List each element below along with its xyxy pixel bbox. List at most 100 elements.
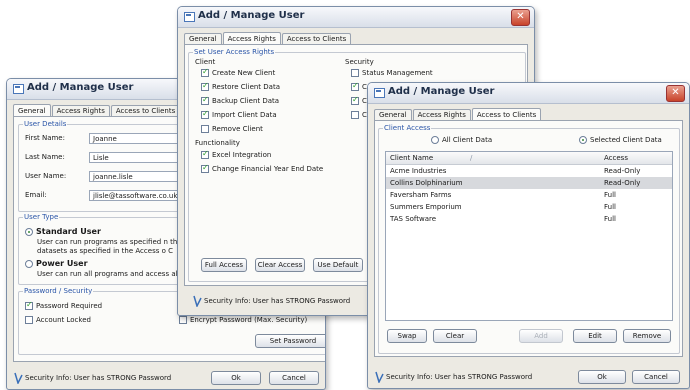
client-name-cell: TAS Software: [390, 215, 437, 223]
close-button[interactable]: ✕: [666, 85, 685, 102]
security-option-3-checkbox[interactable]: C: [351, 95, 367, 105]
remove-client-checkbox[interactable]: Remove Client: [201, 125, 263, 133]
app-window-icon: [184, 12, 195, 22]
email-label: Email:: [25, 191, 47, 199]
excel-integration-checkbox[interactable]: Excel Integration: [201, 149, 272, 159]
checkbox-unchecked[interactable]: [25, 316, 33, 324]
create-new-client-checkbox[interactable]: Create New Client: [201, 67, 275, 77]
checkbox-label: Import Client Data: [212, 111, 277, 119]
security-option-4-checkbox[interactable]: C: [351, 111, 367, 119]
access-cell: Read-Only: [604, 179, 641, 187]
app-window-icon: [374, 88, 385, 98]
checkbox-checked[interactable]: [201, 149, 209, 159]
checkbox-checked[interactable]: [201, 163, 209, 173]
account-locked-checkbox[interactable]: Account Locked: [25, 316, 91, 324]
all-client-data-radio[interactable]: All Client Data: [431, 136, 492, 144]
swap-button[interactable]: Swap: [387, 329, 427, 343]
use-default-button[interactable]: Use Default: [313, 258, 363, 272]
table-row[interactable]: Collins Dolphinarium Read-Only: [386, 177, 672, 189]
group-title: Client Access: [383, 124, 432, 132]
sort-icon: /: [470, 154, 473, 162]
status-management-checkbox[interactable]: Status Management: [351, 69, 433, 77]
group-title: Password / Security: [23, 287, 94, 295]
selected-client-data-label: Selected Client Data: [590, 136, 662, 144]
access-cell: Read-Only: [604, 167, 641, 175]
title-bar[interactable]: Add / Manage User ✕: [178, 7, 534, 28]
import-client-data-checkbox[interactable]: Import Client Data: [201, 109, 277, 119]
radio-unselected[interactable]: [25, 259, 33, 268]
security-heading: Security: [345, 58, 374, 66]
status-bar: Security Info: User has STRONG Password …: [368, 366, 689, 388]
checkbox-checked[interactable]: [201, 67, 209, 77]
client-name-cell: Summers Emporium: [390, 203, 462, 211]
checkbox-checked[interactable]: [201, 95, 209, 105]
full-access-button[interactable]: Full Access: [201, 258, 247, 272]
checkbox-unchecked[interactable]: [351, 111, 359, 119]
checkbox-label: Excel Integration: [212, 151, 272, 159]
restore-client-data-checkbox[interactable]: Restore Client Data: [201, 81, 280, 91]
close-icon: ✕: [671, 87, 680, 98]
access-cell: Full: [604, 191, 616, 199]
clear-access-button[interactable]: Clear Access: [255, 258, 305, 272]
title-bar[interactable]: Add / Manage User ✕: [368, 83, 689, 104]
checkbox-checked[interactable]: [351, 95, 359, 105]
clear-button[interactable]: Clear: [433, 329, 477, 343]
client-access-table[interactable]: Client Name / Access Acme Industries Rea…: [385, 151, 673, 321]
power-user-description: User can run all programs and access al: [37, 270, 178, 278]
security-info-icon: [193, 295, 202, 307]
app-window-icon: [13, 84, 24, 94]
security-info-icon: [14, 372, 23, 384]
close-button[interactable]: ✕: [511, 9, 530, 26]
radio-selected[interactable]: [25, 227, 33, 236]
edit-button[interactable]: Edit: [573, 329, 617, 343]
password-required-checkbox[interactable]: Password Required: [25, 300, 102, 310]
checkbox-unchecked[interactable]: [179, 316, 187, 324]
first-name-label: First Name:: [25, 134, 65, 142]
selected-client-data-radio[interactable]: Selected Client Data: [579, 136, 662, 144]
checkbox-unchecked[interactable]: [201, 125, 209, 133]
group-title: Set User Access Rights: [193, 48, 276, 56]
security-info-icon: [375, 371, 384, 383]
radio-unselected[interactable]: [431, 136, 439, 144]
security-option-2-checkbox[interactable]: C: [351, 81, 367, 91]
group-title: User Type: [23, 213, 60, 221]
checkbox-label: Change Financial Year End Date: [212, 165, 324, 173]
encrypt-password-label: Encrypt Password (Max. Security): [190, 316, 308, 324]
checkbox-label: Backup Client Data: [212, 97, 280, 105]
checkbox-checked[interactable]: [351, 81, 359, 91]
status-bar: Security Info: User has STRONG Password …: [7, 367, 325, 389]
power-user-radio[interactable]: Power User: [25, 259, 88, 268]
functionality-heading: Functionality: [195, 139, 240, 147]
client-name-cell: Faversham Farms: [390, 191, 452, 199]
checkbox-checked[interactable]: [25, 300, 33, 310]
checkbox-unchecked[interactable]: [351, 69, 359, 77]
backup-client-data-checkbox[interactable]: Backup Client Data: [201, 95, 280, 105]
table-row[interactable]: TAS Software Full: [386, 213, 672, 225]
column-header-access[interactable]: Access: [604, 152, 628, 164]
checkbox-checked[interactable]: [201, 109, 209, 119]
security-info-text: Security Info: User has STRONG Password: [25, 374, 172, 382]
checkbox-checked[interactable]: [201, 81, 209, 91]
standard-user-radio[interactable]: Standard User: [25, 227, 101, 236]
column-header-client-name[interactable]: Client Name: [390, 152, 433, 164]
all-client-data-label: All Client Data: [442, 136, 493, 144]
access-cell: Full: [604, 215, 616, 223]
set-password-button[interactable]: Set Password: [255, 334, 325, 348]
table-row[interactable]: Acme Industries Read-Only: [386, 165, 672, 177]
radio-selected[interactable]: [579, 136, 587, 144]
remove-button[interactable]: Remove: [623, 329, 671, 343]
table-header: Client Name / Access: [386, 152, 672, 165]
encrypt-password-checkbox[interactable]: Encrypt Password (Max. Security): [179, 316, 307, 324]
cancel-button[interactable]: Cancel: [632, 370, 680, 384]
table-row[interactable]: Faversham Farms Full: [386, 189, 672, 201]
cancel-button[interactable]: Cancel: [269, 371, 319, 385]
table-row[interactable]: Summers Emporium Full: [386, 201, 672, 213]
checkbox-label: Remove Client: [212, 125, 263, 133]
user-name-label: User Name:: [25, 172, 67, 180]
window-title: Add / Manage User: [198, 10, 305, 21]
ok-button[interactable]: Ok: [578, 370, 626, 384]
change-financial-year-end-checkbox[interactable]: Change Financial Year End Date: [201, 163, 324, 173]
ok-button[interactable]: Ok: [211, 371, 261, 385]
add-button[interactable]: Add: [519, 329, 563, 343]
checkbox-label: Restore Client Data: [212, 83, 280, 91]
